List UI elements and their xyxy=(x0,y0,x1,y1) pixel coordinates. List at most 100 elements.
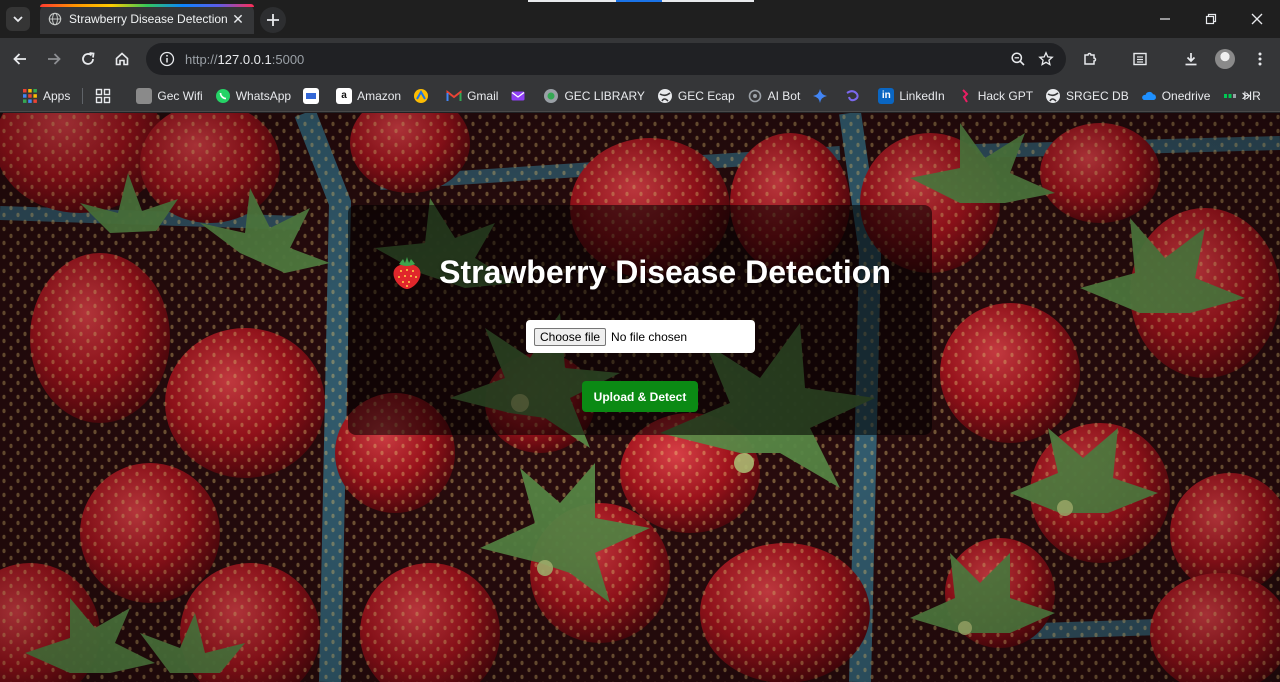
restore-icon xyxy=(1205,13,1217,25)
bookmark-srgec-db[interactable]: SRGEC DB xyxy=(1039,84,1135,108)
whatsapp-icon xyxy=(215,88,230,103)
bookmark-whatsapp[interactable]: WhatsApp xyxy=(209,84,297,108)
more-vertical-icon xyxy=(1258,52,1262,66)
bookmark-label: Gec Wifi xyxy=(157,88,203,103)
badge-icon xyxy=(414,88,429,103)
bookmark-gec-ecap[interactable]: GEC Ecap xyxy=(651,84,741,108)
download-icon xyxy=(1185,53,1197,66)
linkedin-icon: in xyxy=(878,87,895,104)
bookmark-label: LinkedIn xyxy=(899,88,945,103)
info-icon[interactable] xyxy=(158,50,176,68)
mail-icon xyxy=(511,91,525,100)
page-viewport: Strawberry Disease Detection Choose file… xyxy=(0,113,1280,682)
reload-button[interactable] xyxy=(74,45,102,73)
tab-active[interactable]: Strawberry Disease Detection ✕ xyxy=(40,4,254,34)
bookmark-label: Gmail xyxy=(467,88,499,103)
address-bar[interactable]: http://127.0.0.1:5000 xyxy=(146,43,1066,75)
bookmark-swirl[interactable] xyxy=(839,84,872,108)
downloads-button[interactable] xyxy=(1177,45,1205,73)
bookmark-label: Onedrive xyxy=(1161,88,1211,103)
minimize-icon xyxy=(1160,18,1170,20)
home-button[interactable] xyxy=(108,45,136,73)
sparkle-icon xyxy=(813,88,828,103)
restore-button[interactable] xyxy=(1188,0,1234,38)
page-title: Strawberry Disease Detection xyxy=(439,254,891,290)
swirl-icon xyxy=(846,89,859,101)
hackgpt-icon xyxy=(961,88,969,103)
page-title-wrap: Strawberry Disease Detection xyxy=(389,254,891,291)
avatar xyxy=(1215,49,1235,69)
apps-grid-icon xyxy=(23,88,37,103)
bookmark-separator xyxy=(82,87,84,104)
bookmark-label: Hack GPT xyxy=(977,88,1034,103)
back-button[interactable] xyxy=(6,45,34,73)
chevron-double-right-icon[interactable]: » xyxy=(1234,84,1258,108)
url-text: http://127.0.0.1:5000 xyxy=(185,52,304,67)
bookmark-apps[interactable]: Apps xyxy=(16,84,76,108)
bookmark-onedrive[interactable]: Onedrive xyxy=(1135,84,1217,108)
bookmark-badge[interactable] xyxy=(407,84,440,108)
url-scheme: http:// xyxy=(185,51,218,67)
profile-button[interactable] xyxy=(1211,45,1239,73)
window-controls xyxy=(1142,0,1280,38)
bookmark-hack-gpt[interactable]: Hack GPT xyxy=(951,84,1039,108)
bookmark-site[interactable] xyxy=(297,84,330,108)
reload-icon xyxy=(82,52,95,65)
url-host: 127.0.0.1 xyxy=(217,51,272,67)
home-icon xyxy=(115,52,129,66)
forward-button[interactable] xyxy=(40,45,68,73)
cloud-icon xyxy=(1141,91,1156,100)
bookmark-label: Apps xyxy=(43,88,71,103)
star-icon[interactable] xyxy=(1032,45,1060,73)
bookmark-gec-library[interactable]: GEC LIBRARY xyxy=(537,84,650,108)
globe-icon xyxy=(1046,88,1061,103)
new-tab-button[interactable] xyxy=(260,7,286,33)
tab-accent-bar xyxy=(40,4,254,7)
file-status-text: No file chosen xyxy=(611,329,688,344)
bookmark-label: Amazon xyxy=(357,88,402,103)
tab-search-button[interactable] xyxy=(6,7,30,31)
bookmark-label: AI Bot xyxy=(767,88,801,103)
file-input[interactable]: Choose file No file chosen xyxy=(526,320,755,353)
address-bar-actions xyxy=(1004,45,1060,73)
close-icon xyxy=(1251,13,1263,25)
bookmark-label: SRGEC DB xyxy=(1066,88,1129,103)
reading-list-button[interactable] xyxy=(1126,45,1154,73)
chevron-down-icon xyxy=(13,16,23,23)
upload-detect-button[interactable]: Upload & Detect xyxy=(582,381,698,412)
bot-icon xyxy=(748,89,761,102)
close-window-button[interactable] xyxy=(1234,0,1280,38)
bookmark-mail[interactable] xyxy=(504,84,537,108)
amazon-icon: a xyxy=(336,87,353,104)
extensions-button[interactable] xyxy=(1076,45,1104,73)
choose-file-button[interactable]: Choose file xyxy=(534,327,607,346)
bookmark-amazon[interactable]: a Amazon xyxy=(330,84,407,108)
page-title-row: Strawberry Disease Detection xyxy=(0,254,1280,299)
bookmark-gmail[interactable]: Gmail xyxy=(440,84,504,108)
browser-toolbar: http://127.0.0.1:5000 xyxy=(0,38,1280,80)
bookmark-ai-bot[interactable]: AI Bot xyxy=(741,84,807,108)
zoom-icon[interactable] xyxy=(1004,45,1032,73)
bookmarks-bar: Apps Gec Wifi WhatsApp a Amazon Gmail GE… xyxy=(0,80,1280,112)
plus-icon xyxy=(267,14,279,26)
tab-strip: Strawberry Disease Detection ✕ xyxy=(0,0,1280,38)
bookmark-label: GEC LIBRARY xyxy=(564,88,645,103)
window-edge-indicators xyxy=(528,0,754,2)
minimize-button[interactable] xyxy=(1142,0,1188,38)
grid-icon xyxy=(96,88,111,103)
close-icon[interactable]: ✕ xyxy=(230,11,246,27)
bookmark-linkedin[interactable]: in LinkedIn xyxy=(872,84,950,108)
globe-icon xyxy=(657,88,672,103)
strawberry-icon xyxy=(393,256,421,289)
bookmark-label: WhatsApp xyxy=(235,88,292,103)
gmail-icon xyxy=(446,89,462,101)
puzzle-icon xyxy=(1084,52,1097,65)
bookmark-grid[interactable] xyxy=(89,84,122,108)
menu-button[interactable] xyxy=(1246,45,1274,73)
bookmark-sparkle[interactable] xyxy=(806,84,839,108)
bookmark-label: GEC Ecap xyxy=(677,88,735,103)
arrow-right-icon xyxy=(48,53,61,65)
bookmark-gec-wifi[interactable]: Gec Wifi xyxy=(130,84,208,108)
url-port: :5000 xyxy=(271,51,305,67)
globe-icon xyxy=(48,12,62,26)
